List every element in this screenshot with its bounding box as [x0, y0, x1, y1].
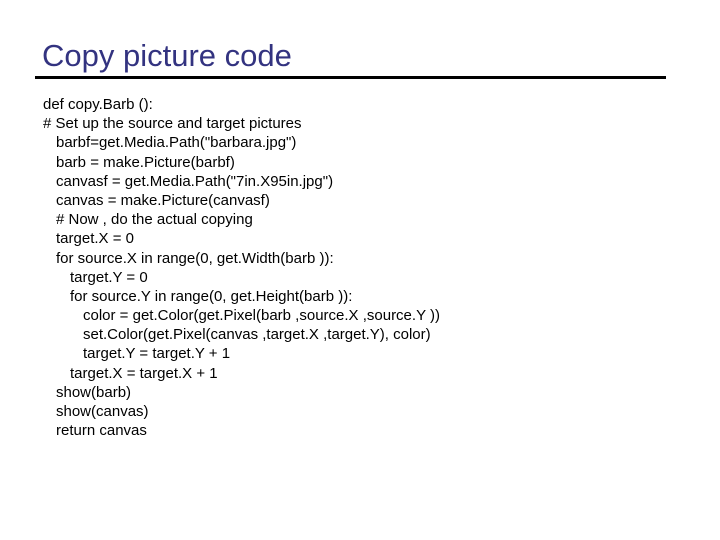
title-underline-divider	[35, 76, 666, 79]
code-line: canvas = make.Picture(canvasf)	[56, 191, 270, 209]
code-line: canvasf = get.Media.Path("7in.X95in.jpg"…	[56, 172, 334, 190]
code-line: for source.Y in range(0, get.Height(barb…	[70, 287, 353, 305]
code-line: target.X = 0	[56, 230, 134, 248]
code-line: target.Y = target.Y + 1	[83, 345, 231, 363]
code-listing: def copy.Barb (): # Set up the source an…	[43, 95, 440, 440]
code-line: for source.X in range(0, get.Width(barb …	[56, 249, 334, 267]
code-line: # Now , do the actual copying	[56, 211, 253, 229]
code-line: show(canvas)	[56, 403, 149, 420]
code-line: return canvas	[56, 422, 147, 440]
slide-title: Copy picture code	[42, 38, 292, 73]
code-line: set.Color(get.Pixel(canvas ,target.X ,ta…	[83, 326, 431, 344]
code-line: # Set up the source and target pictures	[43, 115, 302, 133]
code-line: target.X = target.X + 1	[70, 364, 218, 382]
code-line: barbf=get.Media.Path("barbara.jpg")	[56, 134, 297, 152]
code-line: target.Y = 0	[70, 268, 148, 286]
code-line: show(barb)	[56, 383, 132, 401]
code-line: barb = make.Picture(barbf)	[56, 153, 235, 171]
code-line: color = get.Color(get.Pixel(barb ,source…	[83, 307, 440, 325]
code-line: def copy.Barb ():	[43, 96, 153, 113]
